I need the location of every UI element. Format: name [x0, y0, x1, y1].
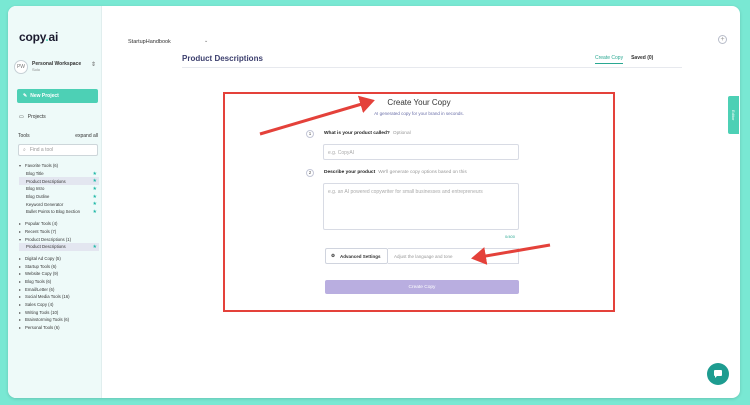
star-icon[interactable]: ★ [93, 209, 97, 215]
tool-label: Website Copy (9) [25, 271, 59, 277]
folder-icon: ▭ [19, 114, 24, 120]
tool-label: Product Descriptions (1) [25, 236, 72, 242]
tool-label: Writing Tools (10) [25, 309, 59, 315]
question-product-description: Describe your product We'll generate copy… [324, 170, 467, 175]
tool-item[interactable]: Product Descriptions ★ [19, 177, 99, 186]
tool-category[interactable]: ▸ Personal Tools (6) [19, 324, 99, 332]
tool-label: Digital Ad Copy (5) [25, 255, 61, 261]
tool-category[interactable]: ▸ Writing Tools (10) [19, 308, 99, 316]
tool-label: Email/Letter (6) [25, 286, 55, 292]
tool-label: Product Descriptions [26, 178, 66, 184]
question-product-name: What is your product called? Optional [324, 131, 411, 136]
tool-category[interactable]: ▸ Email/Letter (6) [19, 285, 99, 293]
project-selector[interactable]: StartupHandbook [128, 39, 171, 45]
tool-item[interactable]: Blog Title ★ [19, 170, 99, 178]
projects-link[interactable]: ▭ Projects [19, 114, 46, 120]
advanced-settings-button[interactable]: ⚙ Advanced Settings [325, 248, 388, 264]
workspace-plan: Solo [32, 67, 41, 72]
edit-icon: ✎ [23, 93, 28, 99]
chat-button[interactable] [707, 363, 729, 385]
tool-item[interactable]: Blog Outline ★ [19, 193, 99, 201]
copyai-logo[interactable]: copy.ai [19, 30, 58, 44]
tool-category[interactable]: ▸ Brainstorming Tools (6) [19, 316, 99, 324]
workspace-switcher[interactable]: PW Personal Workspace Solo ⇕ [14, 57, 98, 77]
tool-category[interactable]: ▾ Product Descriptions (1) [19, 235, 99, 243]
character-counter: 0/400 [505, 234, 516, 239]
tool-category[interactable]: ▸ Blog Tools (6) [19, 278, 99, 286]
tool-label: Product Descriptions [26, 244, 66, 250]
star-icon[interactable]: ★ [93, 194, 97, 200]
page-title: Product Descriptions [182, 54, 263, 63]
tool-label: Social Media Tools (16) [25, 294, 70, 300]
tool-category[interactable]: ▾ Favorite Tools (6) [19, 162, 99, 170]
top-bar: StartupHandbook ⌄ + [102, 6, 740, 50]
create-copy-button[interactable]: Create Copy [325, 280, 519, 294]
step-number-1: 1 [306, 130, 314, 138]
tool-label: Recent Tools (7) [25, 228, 57, 234]
tool-item[interactable]: Keyword Generator ★ [19, 200, 99, 208]
tool-label: Blog Intro [26, 186, 45, 192]
panel-subtitle: AI generated copy for your brand in seco… [374, 111, 464, 116]
product-name-input[interactable]: e.g. CopyAI [323, 144, 519, 160]
advanced-settings-hint[interactable]: Adjust the language and tone [388, 248, 519, 264]
add-icon[interactable]: + [718, 35, 727, 44]
tool-item[interactable]: Blog Intro ★ [19, 185, 99, 193]
tool-category[interactable]: ▸ Website Copy (9) [19, 270, 99, 278]
tool-label: Personal Tools (6) [25, 325, 60, 331]
tool-category[interactable]: ▸ Startup Tools (6) [19, 262, 99, 270]
tool-category[interactable]: ▸ Recent Tools (7) [19, 228, 99, 236]
new-project-button[interactable]: ✎ New Project [17, 89, 98, 103]
tool-label: Favorite Tools (6) [25, 163, 59, 169]
tool-label: Brainstorming Tools (6) [25, 317, 70, 323]
tool-category[interactable]: ▸ Sales Copy (4) [19, 301, 99, 309]
tool-category[interactable]: ▸ Popular Tools (4) [19, 220, 99, 228]
star-icon[interactable]: ★ [93, 186, 97, 192]
tabs: Create Copy Saved (0) [595, 55, 653, 64]
tool-label: Sales Copy (4) [25, 302, 54, 308]
panel-title: Create Your Copy [387, 98, 451, 107]
tab-saved[interactable]: Saved (0) [631, 55, 653, 64]
search-icon: ⌕ [23, 147, 26, 153]
header-divider [182, 67, 682, 68]
expand-all-link[interactable]: expand all [75, 133, 98, 139]
tool-label: Blog Outline [26, 194, 50, 200]
star-icon[interactable]: ★ [93, 178, 97, 184]
sliders-icon: ⚙ [331, 253, 336, 258]
star-icon[interactable]: ★ [93, 201, 97, 207]
sidebar: copy.ai PW Personal Workspace Solo ⇕ ✎ N… [8, 6, 102, 398]
tab-create-copy[interactable]: Create Copy [595, 55, 624, 64]
tool-item[interactable]: Bullet Points to Blog Section ★ [19, 208, 99, 216]
tools-tree: ▾ Favorite Tools (6) Blog Title ★ Product De… [19, 162, 99, 331]
tool-label: Startup Tools (6) [25, 263, 57, 269]
editor-side-tab[interactable]: Editor [728, 96, 739, 134]
tool-label: Bullet Points to Blog Section [26, 209, 80, 215]
step-number-2: 2 [306, 169, 314, 177]
star-icon[interactable]: ★ [93, 244, 97, 250]
chevron-updown-icon: ⇕ [90, 62, 96, 68]
chevron-down-icon[interactable]: ⌄ [204, 38, 208, 44]
tool-label: Popular Tools (4) [25, 221, 58, 227]
chat-icon [714, 370, 722, 378]
tools-label: Tools [18, 133, 30, 139]
tool-label: Blog Title [26, 171, 44, 177]
tool-search-input[interactable]: ⌕ Find a tool [18, 144, 98, 156]
tool-label: Keyword Generator [26, 201, 64, 207]
tool-category[interactable]: ▸ Social Media Tools (16) [19, 293, 99, 301]
tool-item[interactable]: Product Descriptions ★ [19, 242, 99, 251]
product-description-textarea[interactable]: e.g. an AI powered copywriter for small … [323, 183, 519, 230]
star-icon[interactable]: ★ [93, 171, 97, 177]
tool-label: Blog Tools (6) [25, 278, 52, 284]
tools-header: Tools expand all [18, 133, 98, 139]
tool-category[interactable]: ▸ Digital Ad Copy (5) [19, 255, 99, 263]
create-copy-panel: Create Your Copy AI generated copy for y… [223, 92, 615, 312]
workspace-avatar: PW [14, 60, 28, 74]
